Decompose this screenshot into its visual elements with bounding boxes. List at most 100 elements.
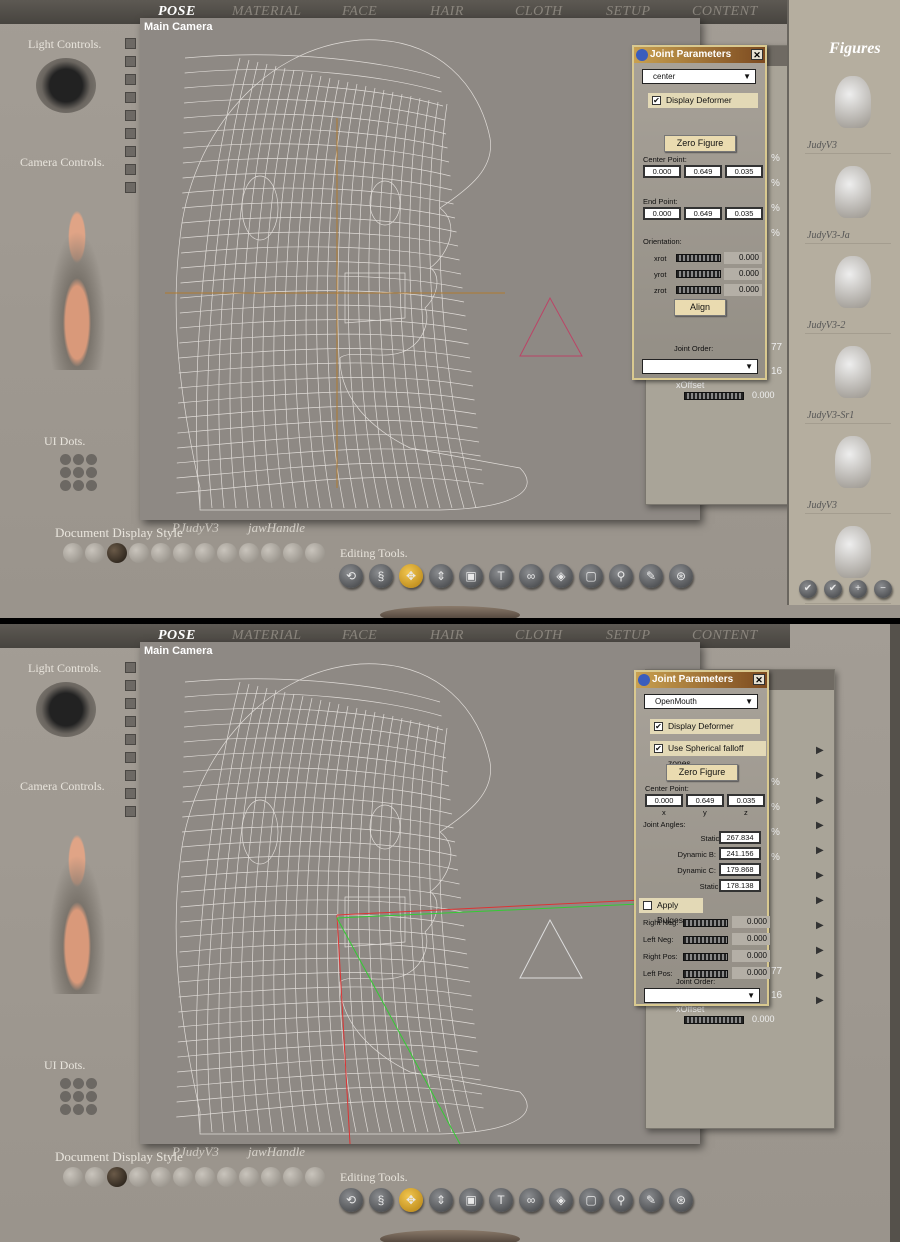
light-toggle-square[interactable] — [125, 698, 136, 709]
checkbox[interactable] — [643, 901, 652, 910]
center-point-z[interactable]: 0.035 — [725, 165, 763, 178]
ui-dot[interactable] — [73, 1104, 84, 1115]
display-style-button[interactable] — [151, 543, 171, 563]
color-icon[interactable]: ◈ — [549, 564, 573, 588]
bottom-drawer-handle[interactable] — [380, 606, 520, 618]
display-style-button[interactable] — [239, 543, 259, 563]
actor-select[interactable]: center — [642, 69, 756, 84]
parameter-arrow[interactable]: ▶ — [816, 845, 824, 856]
library-action-button[interactable]: ✔ — [799, 580, 817, 598]
display-style-button[interactable] — [173, 543, 193, 563]
ui-dot[interactable] — [60, 1104, 71, 1115]
display-style-button[interactable] — [217, 543, 237, 563]
bulge-value[interactable]: 0.000 — [732, 933, 770, 945]
display-style-button[interactable] — [129, 543, 149, 563]
display-deformer-checkbox[interactable]: ✔ Display Deformer — [648, 93, 758, 108]
display-style-button[interactable] — [261, 543, 281, 563]
ui-dot[interactable] — [86, 480, 97, 491]
display-deformer-checkbox[interactable]: ✔ Display Deformer — [650, 719, 760, 734]
checkbox[interactable]: ✔ — [654, 722, 663, 731]
ui-dot[interactable] — [73, 1078, 84, 1089]
library-item[interactable]: JudyV3 — [805, 426, 891, 514]
light-toggle-square[interactable] — [125, 734, 136, 745]
light-toggle-square[interactable] — [125, 662, 136, 673]
center-point-z[interactable]: 0.035 — [727, 794, 765, 807]
grouping-icon[interactable]: ▢ — [579, 1188, 603, 1212]
light-toggle-square[interactable] — [125, 806, 136, 817]
display-style-button[interactable] — [217, 1167, 237, 1187]
bulge-value[interactable]: 0.000 — [732, 950, 770, 962]
document-viewport[interactable]: Main Camera — [140, 642, 700, 1144]
light-controls-globe[interactable] — [36, 682, 96, 737]
light-toggle-square[interactable] — [125, 110, 136, 121]
parameter-arrow[interactable]: ▶ — [816, 820, 824, 831]
tab-content[interactable]: CONTENT — [692, 4, 758, 20]
zrot-value[interactable]: 0.000 — [724, 284, 762, 296]
translate-icon[interactable]: ✥ — [399, 564, 423, 588]
direct-manipulation-icon[interactable]: ⊛ — [669, 1188, 693, 1212]
light-toggle-square[interactable] — [125, 680, 136, 691]
library-item[interactable]: JudyV3 — [805, 66, 891, 154]
yrot-dial[interactable] — [676, 270, 721, 278]
library-item[interactable]: JudyV3-Ja — [805, 156, 891, 244]
xrot-value[interactable]: 0.000 — [724, 252, 762, 264]
viewport-camera-label[interactable]: Main Camera — [144, 645, 212, 657]
joint-angle-value[interactable]: 241.156 — [719, 847, 761, 860]
bulge-dial[interactable] — [683, 936, 728, 944]
light-toggle-square[interactable] — [125, 128, 136, 139]
display-style-button[interactable] — [85, 1167, 105, 1187]
scale-icon[interactable]: ▣ — [459, 1188, 483, 1212]
ui-dot[interactable] — [60, 1091, 71, 1102]
light-toggle-square[interactable] — [125, 146, 136, 157]
center-point-x[interactable]: 0.000 — [645, 794, 683, 807]
joint-angle-value[interactable]: 179.868 — [719, 863, 761, 876]
camera-controls-widget[interactable] — [32, 180, 122, 370]
bulge-dial[interactable] — [683, 919, 728, 927]
light-toggle-square[interactable] — [125, 752, 136, 763]
apply-bulges-checkbox[interactable]: Apply Bulges — [639, 898, 703, 925]
display-style-button[interactable] — [283, 1167, 303, 1187]
actor-menu[interactable]: jawHandle — [248, 1144, 305, 1160]
end-point-y[interactable]: 0.649 — [684, 207, 722, 220]
display-style-button[interactable] — [239, 1167, 259, 1187]
grouping-icon[interactable]: ▢ — [579, 564, 603, 588]
bulge-value[interactable]: 0.000 — [732, 967, 770, 979]
actor-select[interactable]: OpenMouth — [644, 694, 758, 709]
translate-in-out-icon[interactable]: ⇕ — [429, 564, 453, 588]
ui-dot[interactable] — [86, 1078, 97, 1089]
ui-dot[interactable] — [60, 480, 71, 491]
light-controls-globe[interactable] — [36, 58, 96, 113]
xoffset-dial[interactable] — [684, 1016, 744, 1024]
close-button[interactable]: ✕ — [753, 674, 765, 685]
display-style-button[interactable] — [151, 1167, 171, 1187]
ui-dot[interactable] — [73, 467, 84, 478]
ui-dot[interactable] — [73, 1091, 84, 1102]
joint-order-select[interactable] — [642, 359, 758, 374]
display-style-button[interactable] — [63, 543, 83, 563]
light-toggle-square[interactable] — [125, 164, 136, 175]
checkbox[interactable]: ✔ — [652, 96, 661, 105]
translate-icon[interactable]: ✥ — [399, 1188, 423, 1212]
library-item[interactable]: JudyV3-Sr1 — [805, 336, 891, 424]
window-title-bar[interactable]: Joint Parameters ✕ — [634, 47, 765, 63]
display-style-button[interactable] — [107, 1167, 127, 1187]
direct-manipulation-icon[interactable]: ⊛ — [669, 564, 693, 588]
light-toggle-square[interactable] — [125, 92, 136, 103]
parameter-arrow[interactable]: ▶ — [816, 945, 824, 956]
taper-icon[interactable]: T — [489, 564, 513, 588]
translate-in-out-icon[interactable]: ⇕ — [429, 1188, 453, 1212]
ui-dot[interactable] — [86, 454, 97, 465]
center-point-y[interactable]: 0.649 — [686, 794, 724, 807]
close-button[interactable]: ✕ — [751, 49, 763, 60]
ui-dot[interactable] — [86, 1091, 97, 1102]
morph-brush-icon[interactable]: ✎ — [639, 564, 663, 588]
rotate-icon[interactable]: ⟲ — [339, 1188, 363, 1212]
display-style-button[interactable] — [107, 543, 127, 563]
align-button[interactable]: Align — [674, 299, 726, 316]
ui-dot[interactable] — [60, 1078, 71, 1089]
library-action-button[interactable]: ✔ — [824, 580, 842, 598]
ui-dot[interactable] — [60, 467, 71, 478]
figure-menu[interactable]: PJudyV3 — [172, 1144, 219, 1160]
twist-icon[interactable]: § — [369, 564, 393, 588]
actor-menu[interactable]: jawHandle — [248, 520, 305, 536]
